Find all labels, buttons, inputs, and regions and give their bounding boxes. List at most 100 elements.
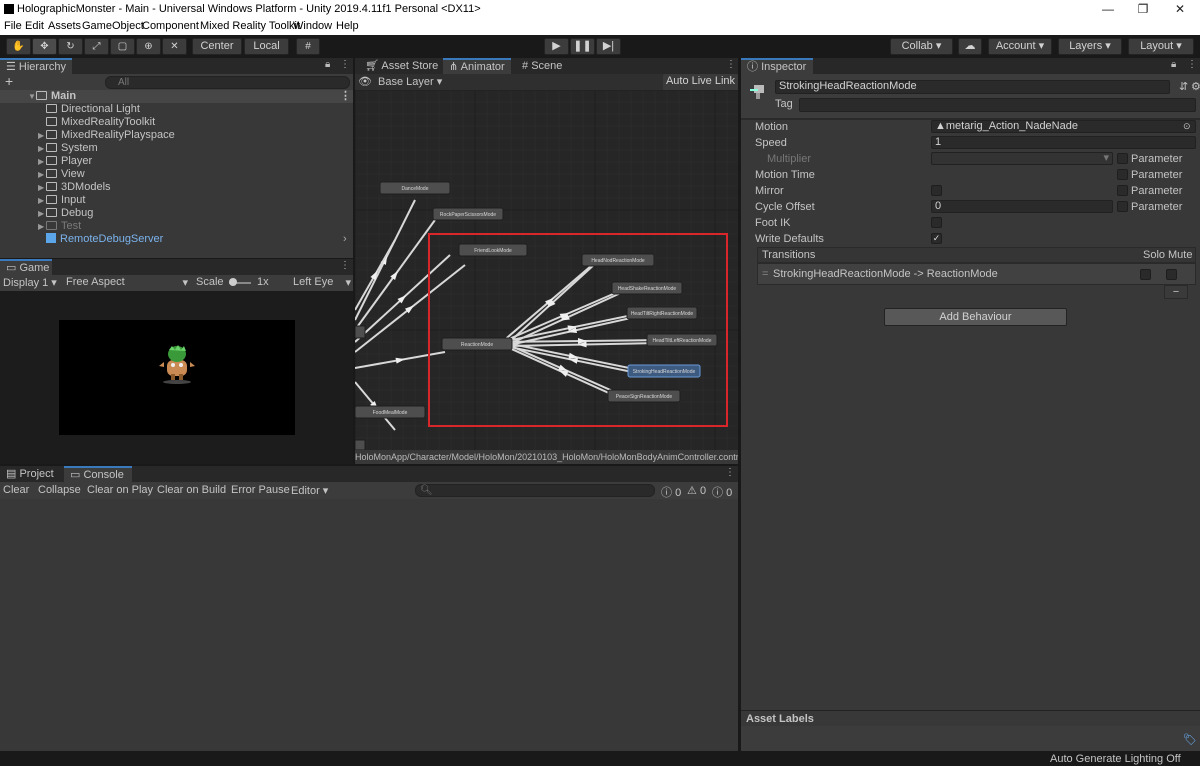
multiplier-param-checkbox[interactable] [1117,153,1128,164]
write-defaults-checkbox[interactable]: ✓ [931,233,942,244]
tab-game[interactable]: ▭ Game [0,259,52,275]
menu-component[interactable]: Component [142,20,199,32]
panel-menu-icon[interactable]: ⋮ [1187,59,1197,70]
custom-tool-button[interactable]: ✕ [162,38,187,55]
restore-icon[interactable]: ❐ [1125,1,1161,18]
add-behaviour-button[interactable]: Add Behaviour [884,308,1067,326]
info-count-badge[interactable]: ⓘ 0 [661,484,681,500]
multiplier-dropdown[interactable]: ▾ [931,152,1113,165]
clear-on-build-button[interactable]: Clear on Build [157,484,226,496]
error-pause-button[interactable]: Error Pause [231,484,290,496]
rect-tool-button[interactable]: ▢ [110,38,135,55]
clear-on-play-button[interactable]: Clear on Play [87,484,153,496]
tag-input[interactable] [799,98,1196,112]
transform-tool-button[interactable]: ⊕ [136,38,161,55]
tab-hierarchy[interactable]: ☰ Hierarchy [0,58,72,74]
hand-tool-button[interactable]: ✋ [6,38,31,55]
menu-help[interactable]: Help [336,20,359,32]
lock-icon[interactable]: 🔒︎ [325,59,330,70]
rotate-tool-button[interactable]: ↻ [58,38,83,55]
tab-scene[interactable]: # Scene [516,58,568,74]
state-node-partial[interactable] [355,439,366,450]
scene-menu-icon[interactable]: ⋮ [340,90,351,103]
mirror-checkbox[interactable] [931,185,942,196]
state-node-partial[interactable] [355,325,366,339]
mirror-param-checkbox[interactable] [1117,185,1128,196]
cycle-offset-param-checkbox[interactable] [1117,201,1128,212]
move-tool-button[interactable]: ✥ [32,38,57,55]
layer-dropdown[interactable]: Base Layer ▾ [378,75,442,88]
hierarchy-item[interactable]: ▶ Debug [38,207,93,220]
panel-menu-icon[interactable]: ⋮ [340,59,350,70]
menu-gameobject[interactable]: GameObject [82,20,144,32]
menu-assets[interactable]: Assets [48,20,81,32]
tab-console[interactable]: ▭ Console [64,466,132,482]
motion-field[interactable]: ▲metarig_Action_NadeNade [931,120,1196,133]
motion-time-param-checkbox[interactable] [1117,169,1128,180]
aspect-dropdown[interactable]: Free Aspect ▾ [66,276,188,289]
auto-live-link-button[interactable]: Auto Live Link [663,74,738,91]
label-tag-icon[interactable]: 🏷︎ [1183,733,1197,746]
menu-file[interactable]: File [4,20,22,32]
hierarchy-item[interactable]: ▶ System [38,142,98,155]
hierarchy-item[interactable]: Directional Light [38,103,140,116]
editor-dropdown[interactable]: Editor ▾ [291,484,328,497]
panel-menu-icon[interactable]: ⋮ [725,467,735,478]
state-machine-graph[interactable]: DanceMode RockPaperScissorsMode FriendLook… [355,90,738,450]
console-log-area[interactable] [0,499,738,751]
drag-handle-icon[interactable]: = [762,268,768,280]
solo-checkbox[interactable] [1140,269,1151,280]
step-button[interactable]: ▶| [596,38,621,55]
layers-dropdown[interactable]: Layers ▾ [1058,38,1122,55]
grid-snap-button[interactable]: # [296,38,320,55]
speed-input[interactable]: 1 [931,136,1196,149]
remove-transition-button[interactable]: − [1164,285,1188,299]
collab-button[interactable]: Collab ▾ [890,38,953,55]
panel-menu-icon[interactable]: ⋮ [726,59,736,70]
hierarchy-item[interactable]: MixedRealityToolkit [38,116,155,129]
close-icon[interactable]: ✕ [1162,1,1198,18]
eye-dropdown[interactable]: Left Eye ▾ [293,276,351,289]
hierarchy-item-prefab[interactable]: RemoteDebugServer › [38,233,353,246]
hierarchy-search-input[interactable]: All [105,76,350,89]
pause-button[interactable]: ❚❚ [570,38,595,55]
hierarchy-item[interactable]: ▶ Input [38,194,85,207]
add-object-button[interactable]: + [5,74,13,88]
layout-dropdown[interactable]: Layout ▾ [1128,38,1194,55]
tab-inspector[interactable]: ⓘ Inspector [741,58,813,74]
hierarchy-item-disabled[interactable]: ▶ Test [38,220,81,233]
scene-row-main[interactable]: ▼ Main ⋮ [0,90,353,103]
account-dropdown[interactable]: Account ▾ [988,38,1052,55]
transition-row[interactable]: = StrokingHeadReactionMode -> ReactionMo… [757,263,1196,285]
display-dropdown[interactable]: Display 1 ▾ [3,276,57,289]
state-name-input[interactable]: StrokingHeadReactionMode [775,80,1170,94]
hierarchy-item[interactable]: ▶ View [38,168,85,181]
warning-count-badge[interactable]: ⚠ 0 [687,484,706,497]
hierarchy-item[interactable]: ▶ MixedRealityPlayspace [38,129,175,142]
chevron-right-icon[interactable]: › [343,233,347,246]
cycle-offset-input[interactable]: 0 [931,200,1113,213]
foot-ik-checkbox[interactable] [931,217,942,228]
scale-slider-thumb[interactable] [229,278,237,286]
pin-icon[interactable]: ⇵ [1179,80,1188,93]
menu-mrtk[interactable]: Mixed Reality Toolkit [200,20,300,32]
minimize-icon[interactable]: — [1090,1,1126,18]
game-viewport[interactable] [59,320,295,435]
hierarchy-item[interactable]: ▶ Player [38,155,92,168]
scale-tool-button[interactable]: ⤢ [84,38,109,55]
pivot-local-button[interactable]: Local [244,38,289,55]
hierarchy-item[interactable]: ▶ 3DModels [38,181,111,194]
mute-checkbox[interactable] [1166,269,1177,280]
menu-window[interactable]: Window [293,20,332,32]
tab-animator[interactable]: ⋔ Animator [443,58,511,74]
clear-button[interactable]: Clear [3,484,29,496]
error-count-badge[interactable]: ⓘ 0 [712,484,732,500]
eye-toggle-icon[interactable]: 👁︎ [358,75,372,88]
collapse-button[interactable]: Collapse [38,484,81,496]
tab-project[interactable]: ▤ Project [0,466,60,482]
console-search-input[interactable]: 🔍︎ [415,484,655,497]
cloud-button[interactable]: ☁ [958,38,982,55]
scale-slider[interactable] [229,278,251,286]
pivot-center-button[interactable]: Center [192,38,242,55]
lock-icon[interactable]: 🔒︎ [1171,59,1176,70]
